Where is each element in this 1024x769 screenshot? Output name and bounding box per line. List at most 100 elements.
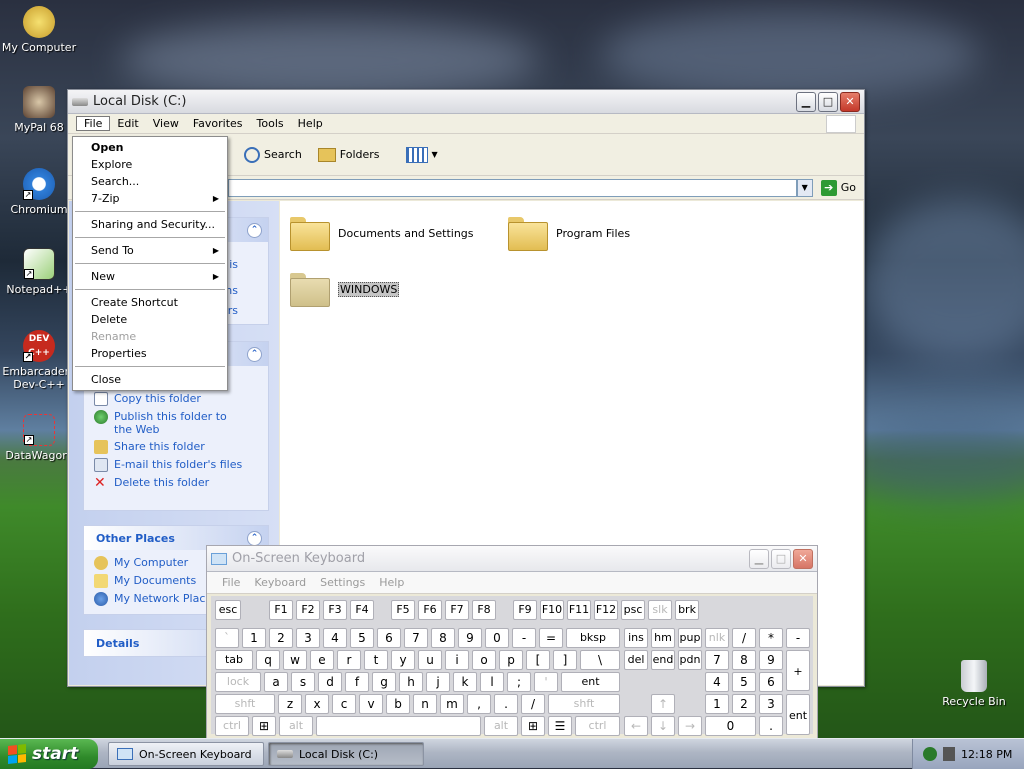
key-x8862[interactable]: ⊞ [521,716,545,736]
key-j[interactable]: j [426,672,450,692]
collapse-icon[interactable]: ⌃ [247,222,262,238]
taskbar-item-osk[interactable]: On-Screen Keyboard [108,742,264,766]
key-x8594[interactable]: → [678,716,702,736]
menu-favorites[interactable]: Favorites [186,117,250,130]
key-e[interactable]: e [310,650,334,670]
key-r[interactable]: r [337,650,361,670]
key-x96[interactable]: ` [215,628,239,648]
key-7[interactable]: 7 [404,628,428,648]
key-n[interactable]: n [413,694,437,714]
key-F11[interactable]: F11 [567,600,591,620]
key-shft[interactable]: shft [548,694,620,714]
task-email-folder[interactable]: E-mail this folder's files [84,456,268,474]
key-nlk[interactable]: nlk [705,628,729,648]
key-x44[interactable]: , [467,694,491,714]
key-pdn[interactable]: pdn [678,650,702,670]
key-0[interactable]: 0 [705,716,756,736]
key-shft[interactable]: shft [215,694,275,714]
menu-item-create-shortcut[interactable]: Create Shortcut [73,294,227,311]
key-u[interactable]: u [418,650,442,670]
key-o[interactable]: o [472,650,496,670]
key-numpad-plus[interactable]: + [786,650,810,691]
key-x47[interactable]: / [521,694,545,714]
key-2[interactable]: 2 [269,628,293,648]
go-button[interactable]: ➔ Go [813,179,864,196]
address-input[interactable] [228,178,797,197]
key-alt[interactable]: alt [279,716,313,736]
key-F8[interactable]: F8 [472,600,496,620]
close-button[interactable]: ✕ [793,548,813,569]
key-F4[interactable]: F4 [350,600,374,620]
folder-item[interactable]: WINDOWS [290,273,400,307]
tray-volume-icon[interactable] [943,747,955,761]
address-dropdown-button[interactable]: ▼ [796,178,813,197]
key-tab[interactable]: tab [215,650,253,670]
key-F10[interactable]: F10 [540,600,564,620]
key-5[interactable]: 5 [732,672,756,692]
key-c[interactable]: c [332,694,356,714]
search-button[interactable]: Search [238,145,308,165]
explorer-titlebar[interactable]: Local Disk (C:) ▁ □ ✕ [68,90,864,114]
key-w[interactable]: w [283,650,307,670]
osk-titlebar[interactable]: On-Screen Keyboard ▁ □ ✕ [207,546,817,572]
key-x8593[interactable]: ↑ [651,694,675,714]
key-x[interactable]: x [305,694,329,714]
key-x93[interactable]: ] [553,650,577,670]
start-button[interactable]: start [0,739,98,769]
key-9[interactable]: 9 [458,628,482,648]
menu-item-explore[interactable]: Explore [73,156,227,173]
key-x39[interactable]: ' [534,672,558,692]
maximize-button[interactable]: □ [771,548,791,569]
key-a[interactable]: a [264,672,288,692]
maximize-button[interactable]: □ [818,91,838,112]
menu-view[interactable]: View [146,117,186,130]
collapse-icon[interactable]: ⌃ [247,530,262,546]
key-x61[interactable]: = [539,628,563,648]
key-brk[interactable]: brk [675,600,699,620]
key-del[interactable]: del [624,650,648,670]
key-m[interactable]: m [440,694,464,714]
folder-item[interactable]: Program Files [508,217,630,251]
menu-edit[interactable]: Edit [110,117,145,130]
menu-item-new[interactable]: New ▶ [73,268,227,285]
key-6[interactable]: 6 [759,672,783,692]
views-button[interactable]: ▼ [400,145,444,165]
key-k[interactable]: k [453,672,477,692]
menu-item-sharing-and-security[interactable]: Sharing and Security... [73,216,227,233]
key-ent[interactable]: ent [561,672,620,692]
key-8[interactable]: 8 [431,628,455,648]
key-q[interactable]: q [256,650,280,670]
key-F5[interactable]: F5 [391,600,415,620]
task-delete-folder[interactable]: ✕ Delete this folder [84,474,268,492]
key-F1[interactable]: F1 [269,600,293,620]
task-publish-folder[interactable]: Publish this folder to the Web [84,408,268,438]
key-g[interactable]: g [372,672,396,692]
menu-item-send-to[interactable]: Send To ▶ [73,242,227,259]
key-0[interactable]: 0 [485,628,509,648]
key-f[interactable]: f [345,672,369,692]
menu-help[interactable]: Help [291,117,330,130]
menu-file[interactable]: File [76,116,111,131]
key-x8592[interactable]: ← [624,716,648,736]
key-F7[interactable]: F7 [445,600,469,620]
folder-item[interactable]: Documents and Settings [290,217,474,251]
key-alt[interactable]: alt [484,716,518,736]
key-pup[interactable]: pup [678,628,702,648]
key-8[interactable]: 8 [732,650,756,670]
osk-menu-help[interactable]: Help [372,576,411,589]
osk-window[interactable]: On-Screen Keyboard ▁ □ ✕ File Keyboard S… [206,545,818,739]
key-4[interactable]: 4 [323,628,347,648]
key-psc[interactable]: psc [621,600,645,620]
key-3[interactable]: 3 [296,628,320,648]
key-F2[interactable]: F2 [296,600,320,620]
menu-item-delete[interactable]: Delete [73,311,227,328]
menu-item-search[interactable]: Search... [73,173,227,190]
desktop-icon-my-computer[interactable]: My Computer [0,6,78,54]
key-numpad-enter[interactable]: ent [786,694,810,735]
key-v[interactable]: v [359,694,383,714]
desktop-icon-recycle-bin[interactable]: Recycle Bin [934,660,1014,708]
key-x45[interactable]: - [512,628,536,648]
close-button[interactable]: ✕ [840,91,860,112]
menu-item-7-zip[interactable]: 7-Zip ▶ [73,190,227,207]
key-x46[interactable]: . [759,716,783,736]
